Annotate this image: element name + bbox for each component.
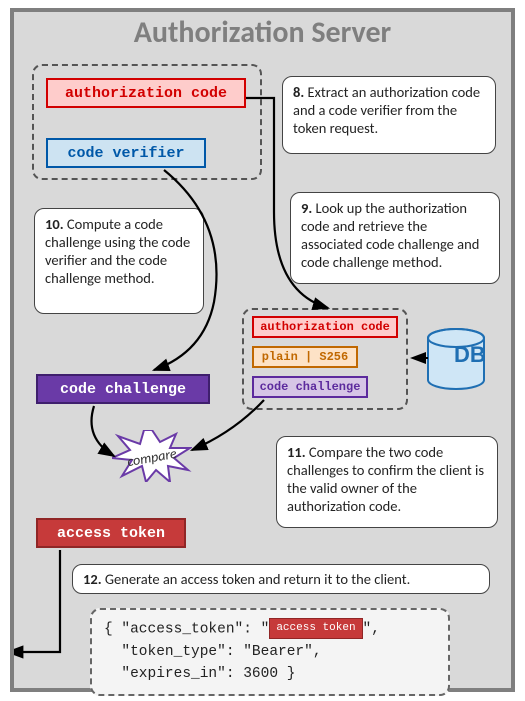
callout-step-12: 12. Generate an access token and return …	[72, 564, 490, 594]
callout-12-num: 12.	[83, 570, 102, 588]
computed-code-challenge-chip: code challenge	[36, 374, 210, 404]
database-label: DB	[454, 342, 486, 368]
json-access-token-chip: access token	[269, 618, 362, 639]
record-challenge-chip: code challenge	[252, 376, 368, 398]
json-line3: "expires_in": 3600 }	[104, 666, 295, 682]
callout-step-8: 8. Extract an authorization code and a c…	[282, 76, 496, 154]
authorization-code-chip: authorization code	[46, 78, 246, 108]
json-line2: "token_type": "Bearer",	[104, 644, 322, 660]
callout-8-num: 8.	[293, 83, 304, 101]
callout-step-11: 11. Compare the two code challenges to c…	[276, 436, 498, 528]
authorization-server-frame: Authorization Server authorization code …	[10, 8, 515, 692]
json-line1a: { "access_token": "	[104, 621, 269, 637]
json-line1b: ",	[363, 621, 380, 637]
callout-11-text: Compare the two code challenges to confi…	[287, 443, 484, 515]
callout-8-text: Extract an authorization code and a code…	[293, 83, 480, 137]
callout-12-text: Generate an access token and return it t…	[105, 570, 410, 588]
callout-11-num: 11.	[287, 443, 306, 461]
callout-step-10: 10. Compute a code challenge using the c…	[34, 208, 204, 314]
record-method-chip: plain | S256	[252, 346, 358, 368]
access-token-chip: access token	[36, 518, 186, 548]
callout-10-text: Compute a code challenge using the code …	[45, 215, 190, 287]
record-auth-code-chip: authorization code	[252, 316, 398, 338]
callout-9-num: 9.	[301, 199, 312, 217]
token-response-json: { "access_token": "access token", "token…	[90, 608, 450, 696]
page-title: Authorization Server	[14, 12, 511, 51]
callout-10-num: 10.	[45, 215, 64, 233]
callout-step-9: 9. Look up the authorization code and re…	[290, 192, 500, 284]
callout-9-text: Look up the authorization code and retri…	[301, 199, 479, 271]
code-verifier-chip: code verifier	[46, 138, 206, 168]
